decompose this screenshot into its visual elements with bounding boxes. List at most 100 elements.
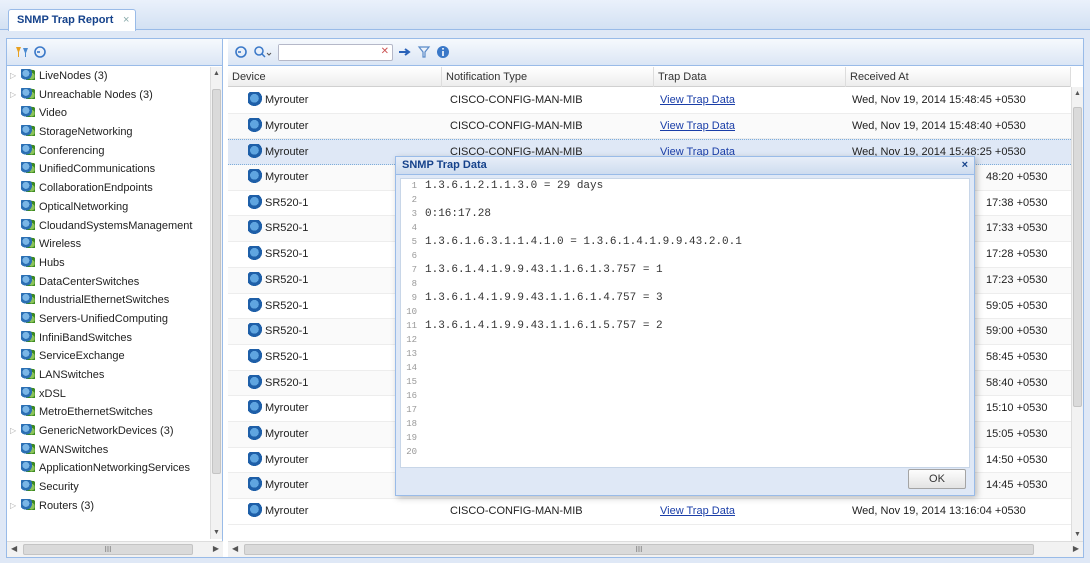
- table-row[interactable]: Myrouter CISCO-CONFIG-MAN-MIB View Trap Da…: [228, 113, 1071, 140]
- column-header-received-at[interactable]: Received At: [846, 67, 1071, 87]
- table-row[interactable]: Myrouter CISCO-CONFIG-MAN-MIB View Trap Da…: [228, 499, 1071, 525]
- received-at-cell: 15:10 +0530: [986, 402, 1048, 415]
- refresh-icon[interactable]: [234, 45, 248, 59]
- tree-item[interactable]: CollaborationEndpoints: [7, 179, 211, 198]
- view-trap-data-link[interactable]: View Trap Data: [660, 94, 735, 106]
- tree-item[interactable]: ▷ Routers (3): [7, 497, 211, 516]
- grid-vertical-scrollbar[interactable]: ▲ ▼: [1071, 87, 1083, 541]
- scroll-up-icon[interactable]: ▲: [1074, 90, 1081, 97]
- clear-search-icon[interactable]: ✕: [381, 46, 389, 57]
- tree-item[interactable]: UnifiedCommunications: [7, 160, 211, 179]
- tree-item[interactable]: InfiniBandSwitches: [7, 329, 211, 348]
- trap-data-editor[interactable]: 1 1.3.6.1.2.1.1.3.0 = 29 days 2 3 0:16:17.28…: [400, 178, 970, 468]
- tab-close-icon[interactable]: ×: [123, 10, 129, 30]
- tree-item[interactable]: Video: [7, 104, 211, 123]
- received-at-cell: 17:38 +0530: [986, 196, 1048, 209]
- tree-item[interactable]: Conferencing: [7, 142, 211, 161]
- tree-item[interactable]: Hubs: [7, 254, 211, 273]
- column-header-trap-data[interactable]: Trap Data: [654, 67, 846, 87]
- scroll-right-icon[interactable]: ▶: [1073, 544, 1079, 553]
- received-at-cell: 59:00 +0530: [986, 325, 1048, 338]
- scroll-right-icon[interactable]: ▶: [213, 544, 219, 553]
- search-options-icon[interactable]: [253, 45, 273, 59]
- view-trap-data-link[interactable]: View Trap Data: [660, 505, 735, 517]
- node-group-icon: [21, 424, 35, 436]
- tree-item[interactable]: Servers-UnifiedComputing: [7, 310, 211, 329]
- expand-icon[interactable]: ▷: [10, 67, 16, 85]
- tree-item[interactable]: MetroEthernetSwitches: [7, 403, 211, 422]
- tree-item[interactable]: StorageNetworking: [7, 123, 211, 142]
- scroll-thumb[interactable]: III: [244, 544, 1034, 555]
- filter-tree-icon[interactable]: [15, 45, 29, 59]
- tree-item-label: CloudandSystemsManagement: [39, 219, 193, 232]
- tree-item[interactable]: WANSwitches: [7, 441, 211, 460]
- refresh-icon[interactable]: [33, 45, 47, 59]
- info-icon[interactable]: [436, 45, 450, 59]
- column-header-device[interactable]: Device: [228, 67, 442, 87]
- tree-item-label: CollaborationEndpoints: [39, 182, 153, 195]
- node-group-icon: [21, 461, 35, 473]
- scroll-thumb[interactable]: III: [23, 544, 193, 555]
- received-at-cell: 48:20 +0530: [986, 171, 1048, 184]
- tree-item[interactable]: ▷ GenericNetworkDevices (3): [7, 422, 211, 441]
- expand-icon[interactable]: ▷: [10, 497, 16, 515]
- tree-vertical-scrollbar[interactable]: ▲ ▼: [210, 67, 222, 539]
- notification-type-cell: CISCO-CONFIG-MAN-MIB: [450, 505, 583, 517]
- table-row[interactable]: Myrouter CISCO-CONFIG-MAN-MIB View Trap Da…: [228, 88, 1071, 114]
- snmp-trap-data-dialog: SNMP Trap Data × 1 1.3.6.1.2.1.1.3.0 = 29…: [395, 156, 975, 496]
- node-group-icon: [21, 255, 35, 267]
- tree-item[interactable]: CloudandSystemsManagement: [7, 217, 211, 236]
- code-line: 1 1.3.6.1.2.1.1.3.0 = 29 days: [401, 179, 969, 193]
- node-group-icon: [21, 69, 35, 80]
- tree-item[interactable]: xDSL: [7, 385, 211, 404]
- tree-item[interactable]: Security: [7, 478, 211, 497]
- scroll-up-icon[interactable]: ▲: [213, 70, 220, 77]
- tree-item[interactable]: ▷ LiveNodes (3): [7, 67, 211, 86]
- scroll-thumb[interactable]: [1073, 107, 1082, 407]
- tree-item[interactable]: IndustrialEthernetSwitches: [7, 291, 211, 310]
- scroll-left-icon[interactable]: ◀: [11, 544, 17, 553]
- close-icon[interactable]: ×: [962, 157, 968, 174]
- node-group-icon: [21, 199, 35, 211]
- column-header-notification-type[interactable]: Notification Type: [442, 67, 654, 87]
- line-number: 20: [406, 447, 417, 457]
- tree-item[interactable]: ApplicationNetworkingServices: [7, 459, 211, 478]
- tree-toolbar: [7, 39, 222, 66]
- router-icon: [248, 117, 264, 132]
- tab-snmp-trap-report[interactable]: SNMP Trap Report ×: [8, 9, 137, 31]
- tree-item[interactable]: DataCenterSwitches: [7, 273, 211, 292]
- search-input[interactable]: [279, 44, 375, 60]
- tree-horizontal-scrollbar[interactable]: ◀ III ▶: [7, 541, 223, 557]
- line-number: 1: [411, 181, 417, 191]
- router-icon: [248, 220, 264, 235]
- tree-item-label: LANSwitches: [39, 369, 105, 381]
- tree-item[interactable]: OpticalNetworking: [7, 198, 211, 217]
- device-name: SR520-1: [265, 350, 309, 363]
- grid-horizontal-scrollbar[interactable]: ◀ III ▶: [228, 541, 1083, 557]
- scroll-thumb[interactable]: [212, 89, 221, 474]
- received-at-cell: Wed, Nov 19, 2014 15:48:45 +0530: [852, 94, 1026, 106]
- scroll-down-icon[interactable]: ▼: [213, 529, 220, 536]
- go-arrow-icon[interactable]: [398, 45, 412, 59]
- device-cell: Myrouter: [248, 114, 438, 139]
- device-tree: ▷ LiveNodes (3) ▷ Unreachable Nodes (3) Vide…: [7, 67, 211, 539]
- tree-item[interactable]: ServiceExchange: [7, 347, 211, 366]
- filter-icon[interactable]: [417, 45, 431, 59]
- view-trap-data-link[interactable]: View Trap Data: [660, 120, 735, 132]
- tree-item[interactable]: Wireless: [7, 235, 211, 254]
- line-number: 19: [406, 433, 417, 443]
- scroll-left-icon[interactable]: ◀: [232, 544, 238, 553]
- router-icon: [248, 297, 264, 312]
- node-group-icon: [21, 237, 35, 249]
- expand-icon[interactable]: ▷: [10, 422, 16, 440]
- search-field[interactable]: ✕: [278, 43, 393, 61]
- expand-icon[interactable]: ▷: [10, 86, 16, 104]
- tree-item-label: Security: [39, 481, 79, 494]
- tree-item[interactable]: ▷ Unreachable Nodes (3): [7, 86, 211, 105]
- notification-type-cell: CISCO-CONFIG-MAN-MIB: [450, 94, 583, 106]
- scroll-down-icon[interactable]: ▼: [1074, 531, 1081, 538]
- tree-item-label: Routers (3): [39, 499, 95, 512]
- tree-item[interactable]: LANSwitches: [7, 366, 211, 385]
- ok-button[interactable]: OK: [908, 469, 966, 489]
- device-name: Myrouter: [265, 119, 309, 132]
